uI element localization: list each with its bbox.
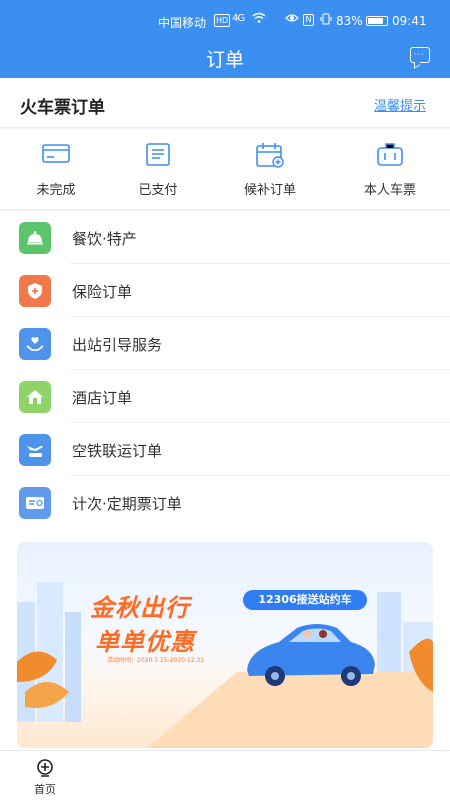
nfc-icon: N — [303, 14, 314, 26]
promo-banner[interactable]: 金秋出行 单单优惠 活动时间：2020.7.15-2020.12.31 1230… — [17, 542, 433, 748]
tab-home[interactable]: 首页 — [0, 751, 90, 800]
card-icon — [41, 141, 71, 169]
train-orders-header: 火车票订单 温馨提示 — [0, 78, 450, 128]
menu-item-exit-guide[interactable]: 出站引导服务 — [0, 317, 450, 370]
menu-item-pass-ticket[interactable]: 计次·定期票订单 — [0, 476, 450, 529]
status-label: 候补订单 — [243, 183, 296, 198]
menu-item-hotel[interactable]: 酒店订单 — [0, 370, 450, 423]
tips-link[interactable]: 温馨提示 — [374, 95, 426, 114]
menu-label: 餐饮·特产 — [72, 230, 137, 248]
bottom-tab-bar: 首页 — [0, 750, 450, 800]
menu-item-dining[interactable]: 餐饮·特产 — [0, 211, 450, 264]
order-menu-list: 餐饮·特产 保险订单 出站引导服务 酒店订单 空铁联运订单 计次·定期票订单 — [0, 211, 450, 529]
menu-label: 保险订单 — [72, 283, 133, 301]
status-bar: 中国移动 HD 4G N 83% 09:41 — [0, 0, 450, 36]
status-label: 未完成 — [36, 183, 76, 198]
clock: 09:41 — [392, 14, 427, 28]
battery-icon — [366, 16, 388, 26]
menu-label: 出站引导服务 — [72, 336, 163, 354]
menu-label: 计次·定期票订单 — [72, 495, 182, 513]
battery-percent: 83% — [336, 14, 363, 28]
promo-banner-area: 金秋出行 单单优惠 活动时间：2020.7.15-2020.12.31 1230… — [0, 528, 450, 750]
banner-subheadline: 单单优惠 — [95, 628, 195, 656]
battery-fill — [368, 18, 383, 24]
calendar-add-icon — [254, 141, 286, 173]
section-title: 火车票订单 — [20, 98, 105, 118]
message-icon[interactable]: ··· — [410, 47, 430, 63]
plane-train-icon — [19, 434, 51, 466]
receipt-icon — [143, 141, 173, 171]
menu-item-air-rail[interactable]: 空铁联运订单 — [0, 423, 450, 476]
signal-label: 4G — [232, 13, 245, 24]
ticket-icon — [19, 487, 51, 519]
menu-label: 空铁联运订单 — [72, 442, 163, 460]
banner-headline: 金秋出行 — [90, 594, 190, 622]
hd-icon: HD — [214, 14, 231, 27]
dining-bell-icon — [19, 222, 51, 254]
status-waitlist[interactable]: 候补订单 — [214, 129, 326, 210]
banner-tag: 12306接送站约车 — [243, 590, 367, 610]
eye-icon — [285, 12, 299, 27]
menu-item-insurance[interactable]: 保险订单 — [0, 264, 450, 317]
banner-illustration — [17, 582, 433, 748]
status-label: 已支付 — [138, 183, 178, 198]
carrier-label: 中国移动 — [158, 16, 207, 30]
tab-label: 首页 — [34, 783, 56, 796]
suitcase-icon — [375, 141, 405, 171]
home-train-icon — [35, 758, 55, 782]
banner-date: 活动时间：2020.7.15-2020.12.31 — [107, 657, 205, 664]
hand-heart-icon — [19, 328, 51, 360]
status-paid[interactable]: 已支付 — [102, 129, 214, 210]
signal-icon: 4G — [232, 13, 245, 24]
hotel-icon — [19, 381, 51, 413]
vibrate-icon — [320, 13, 332, 28]
menu-label: 酒店订单 — [72, 389, 133, 407]
wifi-icon — [252, 12, 266, 27]
status-label: 本人车票 — [363, 183, 416, 198]
status-my-tickets[interactable]: 本人车票 — [334, 129, 446, 210]
page-title: 订单 — [205, 49, 244, 71]
app-header: 中国移动 HD 4G N 83% 09:41 订单 ··· — [0, 0, 450, 78]
order-status-row: 未完成 已支付 候补订单 本人车票 — [0, 129, 450, 210]
status-unfinished[interactable]: 未完成 — [0, 129, 112, 210]
shield-plus-icon — [19, 275, 51, 307]
